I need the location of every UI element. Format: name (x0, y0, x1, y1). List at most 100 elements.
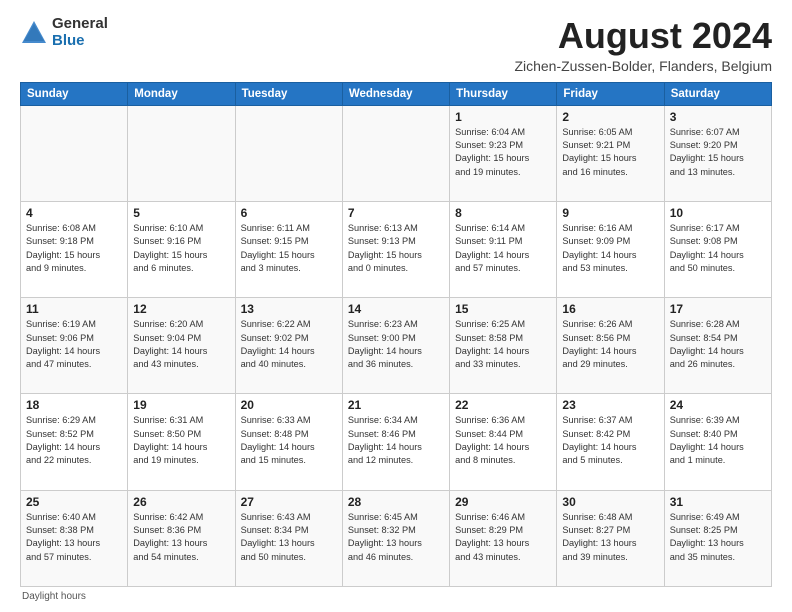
table-cell: 1Sunrise: 6:04 AM Sunset: 9:23 PM Daylig… (450, 105, 557, 201)
table-cell: 28 Sunrise: 6:45 AM Sunset: 8:32 PM Dayli… (342, 490, 449, 586)
week-row-2: 4Sunrise: 6:08 AM Sunset: 9:18 PM Daylig… (21, 201, 772, 297)
day-info: Sunrise: 6:37 AM Sunset: 8:42 PM Dayligh… (562, 414, 658, 467)
col-tuesday: Tuesday (235, 82, 342, 105)
day-info: Sunrise: 6:42 AM Sunset: 8:36 PM Dayligh… (133, 511, 229, 564)
day-info: Sunrise: 6:05 AM Sunset: 9:21 PM Dayligh… (562, 126, 658, 179)
day-info: Sunrise: 6:16 AM Sunset: 9:09 PM Dayligh… (562, 222, 658, 275)
day-number: 16 (562, 302, 658, 316)
table-cell: 24 Sunrise: 6:39 AM Sunset: 8:40 PM Dayli… (664, 394, 771, 490)
day-number: 31 (670, 495, 766, 509)
month-title: August 2024 (514, 16, 772, 56)
day-number: 17 (670, 302, 766, 316)
table-cell: 21 Sunrise: 6:34 AM Sunset: 8:46 PM Dayli… (342, 394, 449, 490)
day-info: Sunrise: 6:08 AM Sunset: 9:18 PM Dayligh… (26, 222, 122, 275)
table-cell: 16 Sunrise: 6:26 AM Sunset: 8:56 PM Dayli… (557, 298, 664, 394)
day-number: 14 (348, 302, 444, 316)
table-cell: 4Sunrise: 6:08 AM Sunset: 9:18 PM Daylig… (21, 201, 128, 297)
day-info: Sunrise: 6:13 AM Sunset: 9:13 PM Dayligh… (348, 222, 444, 275)
table-cell: 18 Sunrise: 6:29 AM Sunset: 8:52 PM Dayli… (21, 394, 128, 490)
table-cell: 27 Sunrise: 6:43 AM Sunset: 8:34 PM Dayli… (235, 490, 342, 586)
table-cell: 22 Sunrise: 6:36 AM Sunset: 8:44 PM Dayli… (450, 394, 557, 490)
header: General Blue August 2024 Zichen-Zussen-B… (20, 16, 772, 74)
table-cell: 14 Sunrise: 6:23 AM Sunset: 9:00 PM Dayli… (342, 298, 449, 394)
day-number: 11 (26, 302, 122, 316)
day-info: Sunrise: 6:48 AM Sunset: 8:27 PM Dayligh… (562, 511, 658, 564)
day-info: Sunrise: 6:11 AM Sunset: 9:15 PM Dayligh… (241, 222, 337, 275)
table-cell: 8 Sunrise: 6:14 AM Sunset: 9:11 PM Daylig… (450, 201, 557, 297)
day-number: 6 (241, 206, 337, 220)
table-cell: 5Sunrise: 6:10 AM Sunset: 9:16 PM Daylig… (128, 201, 235, 297)
day-info: Sunrise: 6:20 AM Sunset: 9:04 PM Dayligh… (133, 318, 229, 371)
table-cell: 11Sunrise: 6:19 AM Sunset: 9:06 PM Dayli… (21, 298, 128, 394)
logo: General Blue (20, 16, 108, 49)
day-number: 26 (133, 495, 229, 509)
day-info: Sunrise: 6:49 AM Sunset: 8:25 PM Dayligh… (670, 511, 766, 564)
col-thursday: Thursday (450, 82, 557, 105)
day-info: Sunrise: 6:25 AM Sunset: 8:58 PM Dayligh… (455, 318, 551, 371)
table-cell: 19 Sunrise: 6:31 AM Sunset: 8:50 PM Dayli… (128, 394, 235, 490)
day-number: 7 (348, 206, 444, 220)
week-row-3: 11Sunrise: 6:19 AM Sunset: 9:06 PM Dayli… (21, 298, 772, 394)
day-info: Sunrise: 6:45 AM Sunset: 8:32 PM Dayligh… (348, 511, 444, 564)
day-info: Sunrise: 6:36 AM Sunset: 8:44 PM Dayligh… (455, 414, 551, 467)
table-cell (21, 105, 128, 201)
day-info: Sunrise: 6:28 AM Sunset: 8:54 PM Dayligh… (670, 318, 766, 371)
table-cell: 3 Sunrise: 6:07 AM Sunset: 9:20 PM Daylig… (664, 105, 771, 201)
day-number: 29 (455, 495, 551, 509)
day-number: 22 (455, 398, 551, 412)
location-title: Zichen-Zussen-Bolder, Flanders, Belgium (514, 58, 772, 74)
day-number: 27 (241, 495, 337, 509)
footer-note: Daylight hours (20, 591, 772, 602)
table-cell: 31 Sunrise: 6:49 AM Sunset: 8:25 PM Dayli… (664, 490, 771, 586)
table-cell (128, 105, 235, 201)
day-number: 12 (133, 302, 229, 316)
table-cell: 17 Sunrise: 6:28 AM Sunset: 8:54 PM Dayli… (664, 298, 771, 394)
col-friday: Friday (557, 82, 664, 105)
day-number: 13 (241, 302, 337, 316)
day-number: 9 (562, 206, 658, 220)
day-info: Sunrise: 6:14 AM Sunset: 9:11 PM Dayligh… (455, 222, 551, 275)
day-number: 28 (348, 495, 444, 509)
day-info: Sunrise: 6:46 AM Sunset: 8:29 PM Dayligh… (455, 511, 551, 564)
day-number: 1 (455, 110, 551, 124)
day-info: Sunrise: 6:10 AM Sunset: 9:16 PM Dayligh… (133, 222, 229, 275)
day-info: Sunrise: 6:40 AM Sunset: 8:38 PM Dayligh… (26, 511, 122, 564)
day-info: Sunrise: 6:07 AM Sunset: 9:20 PM Dayligh… (670, 126, 766, 179)
day-info: Sunrise: 6:39 AM Sunset: 8:40 PM Dayligh… (670, 414, 766, 467)
day-number: 25 (26, 495, 122, 509)
day-number: 24 (670, 398, 766, 412)
table-cell: 29 Sunrise: 6:46 AM Sunset: 8:29 PM Dayli… (450, 490, 557, 586)
logo-text: General Blue (52, 16, 108, 49)
day-number: 30 (562, 495, 658, 509)
day-info: Sunrise: 6:34 AM Sunset: 8:46 PM Dayligh… (348, 414, 444, 467)
title-block: August 2024 Zichen-Zussen-Bolder, Flande… (514, 16, 772, 74)
day-info: Sunrise: 6:31 AM Sunset: 8:50 PM Dayligh… (133, 414, 229, 467)
table-cell: 7 Sunrise: 6:13 AM Sunset: 9:13 PM Daylig… (342, 201, 449, 297)
day-info: Sunrise: 6:26 AM Sunset: 8:56 PM Dayligh… (562, 318, 658, 371)
day-info: Sunrise: 6:22 AM Sunset: 9:02 PM Dayligh… (241, 318, 337, 371)
week-row-5: 25 Sunrise: 6:40 AM Sunset: 8:38 PM Dayli… (21, 490, 772, 586)
day-info: Sunrise: 6:23 AM Sunset: 9:00 PM Dayligh… (348, 318, 444, 371)
day-number: 21 (348, 398, 444, 412)
table-cell: 20Sunrise: 6:33 AM Sunset: 8:48 PM Dayli… (235, 394, 342, 490)
day-info: Sunrise: 6:43 AM Sunset: 8:34 PM Dayligh… (241, 511, 337, 564)
table-cell: 25 Sunrise: 6:40 AM Sunset: 8:38 PM Dayli… (21, 490, 128, 586)
col-monday: Monday (128, 82, 235, 105)
day-number: 8 (455, 206, 551, 220)
page: General Blue August 2024 Zichen-Zussen-B… (0, 0, 792, 612)
week-row-4: 18 Sunrise: 6:29 AM Sunset: 8:52 PM Dayli… (21, 394, 772, 490)
table-cell: 12 Sunrise: 6:20 AM Sunset: 9:04 PM Dayli… (128, 298, 235, 394)
day-number: 15 (455, 302, 551, 316)
table-cell: 26 Sunrise: 6:42 AM Sunset: 8:36 PM Dayli… (128, 490, 235, 586)
col-wednesday: Wednesday (342, 82, 449, 105)
logo-icon (20, 19, 48, 47)
col-sunday: Sunday (21, 82, 128, 105)
logo-general-text: General (52, 15, 108, 32)
table-cell (342, 105, 449, 201)
day-number: 3 (670, 110, 766, 124)
day-number: 18 (26, 398, 122, 412)
day-info: Sunrise: 6:29 AM Sunset: 8:52 PM Dayligh… (26, 414, 122, 467)
day-number: 19 (133, 398, 229, 412)
table-cell (235, 105, 342, 201)
logo-blue-text: Blue (52, 32, 85, 49)
